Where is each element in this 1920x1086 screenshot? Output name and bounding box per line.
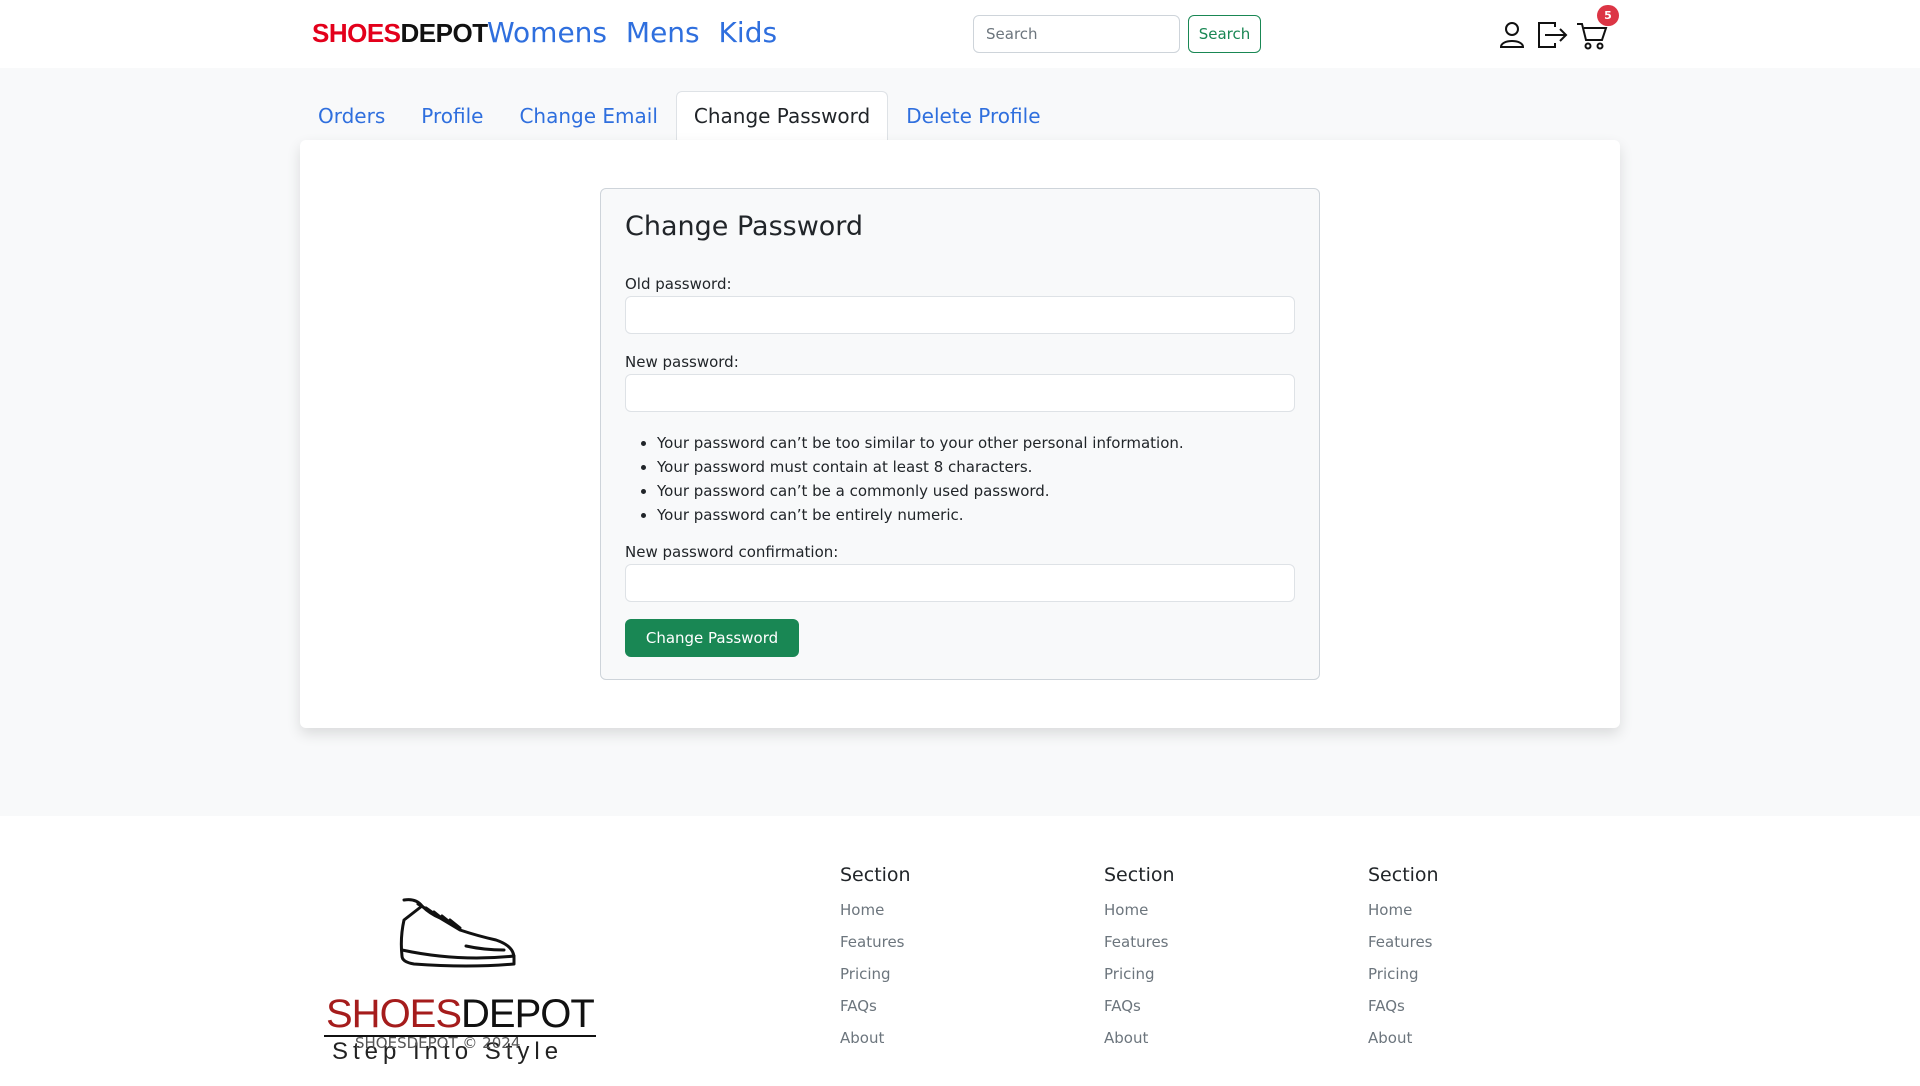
tab-content-panel: Change Password Old password: New passwo… [300, 140, 1620, 728]
top-navbar: SHOESDEPOT Womens Mens Kids Search 5 [0, 0, 1920, 68]
tab-change-password[interactable]: Change Password [675, 91, 889, 140]
footer-link-about[interactable]: About [840, 1022, 911, 1054]
old-password-label: Old password: [625, 275, 732, 293]
footer-link-faqs[interactable]: FAQs [1368, 990, 1439, 1022]
search-button[interactable]: Search [1188, 15, 1261, 53]
nav-link-kids[interactable]: Kids [719, 16, 778, 49]
footer-link-features[interactable]: Features [840, 926, 911, 958]
brand-logo[interactable]: SHOESDEPOT [312, 18, 488, 49]
new-password-field[interactable] [625, 374, 1295, 412]
footer-link-pricing[interactable]: Pricing [840, 958, 911, 990]
footer-column-title: Section [1368, 864, 1439, 886]
footer-link-home[interactable]: Home [840, 894, 911, 926]
nav-link-mens[interactable]: Mens [626, 16, 700, 49]
password-rules-list: Your password can’t be too similar to yo… [657, 431, 1184, 527]
footer-column-2: Section Home Features Pricing FAQs About [1104, 864, 1175, 1054]
footer-link-features[interactable]: Features [1368, 926, 1439, 958]
footer-link-about[interactable]: About [1368, 1022, 1439, 1054]
new-password-label: New password: [625, 353, 739, 371]
page-footer: SHOESDEPOT Step Into Style SHOESDEPOT © … [0, 816, 1920, 1086]
footer-link-home[interactable]: Home [1104, 894, 1175, 926]
password-rule: Your password can’t be a commonly used p… [657, 479, 1184, 503]
tab-change-email[interactable]: Change Email [501, 91, 675, 140]
old-password-field[interactable] [625, 296, 1295, 334]
footer-link-home[interactable]: Home [1368, 894, 1439, 926]
tab-profile[interactable]: Profile [403, 91, 501, 140]
footer-link-faqs[interactable]: FAQs [1104, 990, 1175, 1022]
footer-column-title: Section [840, 864, 911, 886]
footer-link-pricing[interactable]: Pricing [1368, 958, 1439, 990]
password-rule: Your password can’t be entirely numeric. [657, 503, 1184, 527]
profile-tabs: Orders Profile Change Email Change Passw… [300, 91, 1059, 140]
shoe-icon [399, 898, 516, 968]
brand-part-red: SHOES [312, 18, 401, 48]
form-title: Change Password [625, 211, 864, 242]
footer-column-title: Section [1104, 864, 1175, 886]
change-password-button[interactable]: Change Password [625, 619, 799, 657]
search-input[interactable] [973, 15, 1180, 53]
user-icon[interactable] [1495, 18, 1529, 52]
change-password-card: Change Password Old password: New passwo… [600, 188, 1320, 680]
footer-link-about[interactable]: About [1104, 1022, 1175, 1054]
footer-link-pricing[interactable]: Pricing [1104, 958, 1175, 990]
confirm-password-label: New password confirmation: [625, 543, 839, 561]
cart-count-badge: 5 [1597, 5, 1619, 26]
footer-logo-wordmark: SHOESDEPOT [326, 992, 595, 1036]
footer-logo: SHOESDEPOT Step Into Style [318, 870, 600, 1065]
confirm-password-field[interactable] [625, 564, 1295, 602]
tab-delete-profile[interactable]: Delete Profile [888, 91, 1058, 140]
footer-column-1: Section Home Features Pricing FAQs About [840, 864, 911, 1054]
brand-part-black: DEPOT [400, 18, 489, 48]
nav-link-womens[interactable]: Womens [487, 16, 607, 49]
footer-link-features[interactable]: Features [1104, 926, 1175, 958]
password-rule: Your password can’t be too similar to yo… [657, 431, 1184, 455]
logout-icon[interactable] [1535, 18, 1569, 52]
category-nav: Womens Mens Kids [487, 16, 787, 49]
tab-orders[interactable]: Orders [300, 91, 403, 140]
copyright-text: SHOESDEPOT © 2024 [355, 1034, 521, 1052]
footer-link-faqs[interactable]: FAQs [840, 990, 911, 1022]
password-rule: Your password must contain at least 8 ch… [657, 455, 1184, 479]
footer-column-3: Section Home Features Pricing FAQs About [1368, 864, 1439, 1054]
